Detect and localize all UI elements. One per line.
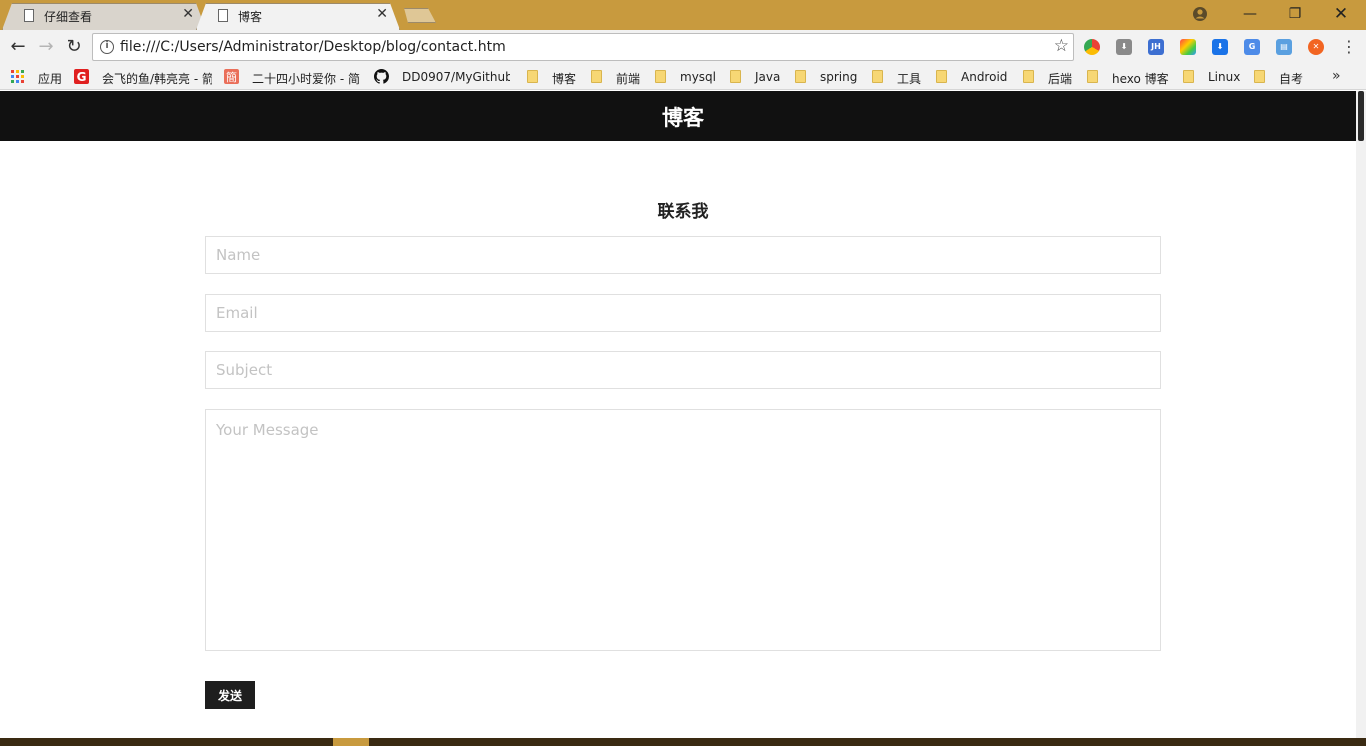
subject-input[interactable] — [205, 351, 1161, 389]
chrome-extension-icon[interactable] — [1084, 39, 1100, 55]
bookmark-label: 应用 — [38, 72, 63, 86]
bookmark-label: Linux — [1208, 70, 1241, 84]
restore-icon[interactable]: ❐ — [1272, 0, 1318, 28]
github-icon — [374, 69, 389, 84]
jh-extension-icon[interactable]: JH — [1148, 39, 1164, 55]
doc-extension-icon[interactable]: ▤ — [1276, 39, 1292, 55]
browser-titlebar: 仔细查看 ✕ 博客 ✕ — ❐ ✕ — [0, 0, 1366, 30]
bookmark-label: hexo 博客 — [1112, 72, 1169, 86]
bookmark-label: Java — [755, 70, 781, 84]
bookmark-item[interactable]: DD0907/MyGithub — [374, 68, 510, 86]
jianshu-icon: 簡 — [224, 69, 239, 84]
account-icon[interactable] — [1191, 5, 1209, 23]
name-input[interactable] — [205, 236, 1161, 274]
new-tab-button[interactable] — [400, 8, 436, 23]
bookmark-item[interactable]: G 会飞的鱼/韩亮亮 - 箭 — [74, 68, 212, 86]
reload-icon[interactable]: ↻ — [63, 36, 85, 58]
address-bar[interactable]: i file:///C:/Users/Administrator/Desktop… — [92, 33, 1074, 61]
folder-icon — [1087, 70, 1098, 83]
folder-icon — [936, 70, 947, 83]
close-window-icon[interactable]: ✕ — [1318, 0, 1364, 28]
message-textarea[interactable] — [205, 409, 1161, 651]
taskbar-active-app[interactable] — [333, 738, 369, 746]
svg-text:簡: 簡 — [226, 70, 237, 84]
tab-title: 仔细查看 — [44, 10, 93, 24]
minimize-icon[interactable]: — — [1227, 0, 1273, 28]
page-viewport: 博客 联系我 发送 — [0, 91, 1366, 738]
g-logo-icon: G — [74, 69, 89, 84]
bookmark-label: 二十四小时爱你 - 简 — [252, 72, 360, 86]
tab-active[interactable]: 博客 ✕ — [196, 3, 400, 30]
bookmark-label: 博客 — [552, 72, 577, 86]
page-scrollbar[interactable] — [1356, 91, 1366, 738]
contact-heading: 联系我 — [657, 202, 709, 222]
close-tab-icon[interactable]: ✕ — [376, 6, 388, 22]
folder-icon — [1023, 70, 1034, 83]
more-bookmarks-icon[interactable]: » — [1332, 68, 1341, 84]
folder-icon — [655, 70, 666, 83]
bookmark-label: spring — [820, 70, 858, 84]
folder-icon — [591, 70, 602, 83]
folder-icon — [872, 70, 883, 83]
tab-title: 博客 — [238, 10, 263, 24]
bookmark-label: Android — [961, 70, 1008, 84]
bookmark-label: 自考 — [1279, 72, 1304, 86]
pocket-extension-icon[interactable]: ⬇ — [1212, 39, 1228, 55]
scrollbar-thumb[interactable] — [1358, 91, 1364, 141]
info-icon[interactable]: i — [100, 40, 114, 54]
back-icon[interactable]: ← — [7, 36, 29, 58]
os-taskbar — [0, 738, 1366, 746]
forward-icon[interactable]: → — [35, 36, 57, 58]
folder-icon — [527, 70, 538, 83]
apps-grid-icon — [11, 70, 24, 83]
bookmark-star-icon[interactable]: ☆ — [1054, 36, 1069, 56]
folder-icon — [1254, 70, 1265, 83]
bookmark-item[interactable]: 簡 二十四小时爱你 - 简 — [224, 68, 360, 86]
download-icon[interactable]: ⬇ — [1116, 39, 1132, 55]
bookmark-label: 前端 — [616, 72, 641, 86]
page-icon — [218, 9, 228, 22]
folder-icon — [730, 70, 741, 83]
folder-icon — [795, 70, 806, 83]
send-button[interactable]: 发送 — [205, 681, 255, 709]
bookmark-label: 会飞的鱼/韩亮亮 - 箭 — [102, 72, 212, 86]
translate-extension-icon[interactable]: G — [1244, 39, 1260, 55]
url-text[interactable]: file:///C:/Users/Administrator/Desktop/b… — [120, 39, 506, 55]
site-header: 博客 — [0, 91, 1366, 141]
orange-extension-icon[interactable]: ✕ — [1308, 39, 1324, 55]
color-extension-icon[interactable] — [1180, 39, 1196, 55]
browser-menu-icon[interactable]: ⋮ — [1341, 37, 1357, 57]
bookmark-label: DD0907/MyGithub — [402, 70, 510, 84]
email-input[interactable] — [205, 294, 1161, 332]
tab-inactive[interactable]: 仔细查看 ✕ — [2, 3, 206, 30]
svg-text:G: G — [77, 70, 87, 84]
site-title[interactable]: 博客 — [0, 102, 1366, 132]
bookmark-label: 后端 — [1048, 72, 1073, 86]
folder-icon — [1183, 70, 1194, 83]
close-tab-icon[interactable]: ✕ — [182, 6, 194, 22]
page-icon — [24, 9, 34, 22]
bookmark-label: mysql — [680, 70, 716, 84]
bookmark-label: 工具 — [897, 72, 922, 86]
browser-toolbar: ← → ↻ i file:///C:/Users/Administrator/D… — [0, 30, 1366, 64]
bookmarks-bar: 应用 G 会飞的鱼/韩亮亮 - 箭 簡 二十四小时爱你 - 简 DD0907/M… — [0, 64, 1366, 90]
